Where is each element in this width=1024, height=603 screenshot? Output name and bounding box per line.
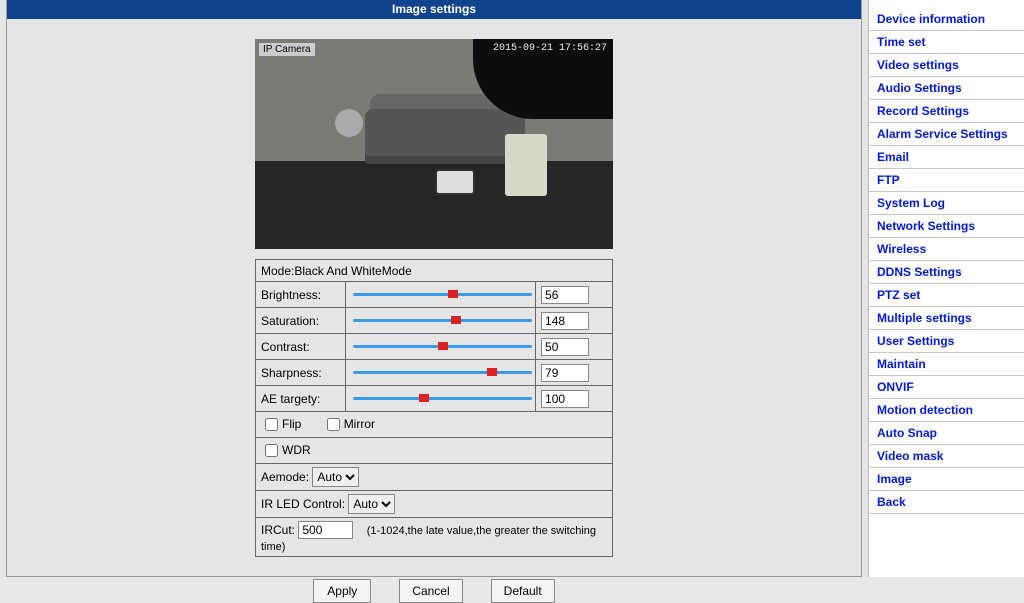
nav-email[interactable]: Email xyxy=(869,146,1024,169)
nav-alarm-service-settings[interactable]: Alarm Service Settings xyxy=(869,123,1024,146)
nav-maintain[interactable]: Maintain xyxy=(869,353,1024,376)
button-row: Apply Cancel Default xyxy=(313,579,554,603)
brightness-input[interactable] xyxy=(541,286,589,304)
wdr-label[interactable]: WDR xyxy=(261,443,311,457)
preview-fan xyxy=(335,109,363,137)
aemode-label: Aemode: xyxy=(261,470,309,484)
content: IP Camera 2015-09-21 17:56:27 Mode:Black… xyxy=(7,19,861,603)
brightness-slider[interactable] xyxy=(353,287,532,301)
nav-ddns-settings[interactable]: DDNS Settings xyxy=(869,261,1024,284)
page-title: Image settings xyxy=(7,0,861,19)
aemode-row: Aemode: Auto xyxy=(256,464,613,491)
preview-label-overlay: IP Camera xyxy=(259,43,315,56)
nav-ftp[interactable]: FTP xyxy=(869,169,1024,192)
preview-toy xyxy=(435,169,475,195)
page: Image settings IP Camera 2015-09-21 17:5… xyxy=(0,0,1024,577)
settings-table: Mode:Black And WhiteMode Brightness: Sat… xyxy=(255,259,613,557)
saturation-slider[interactable] xyxy=(353,313,532,327)
cancel-button[interactable]: Cancel xyxy=(399,579,462,603)
saturation-row: Saturation: xyxy=(256,308,613,334)
nav-auto-snap[interactable]: Auto Snap xyxy=(869,422,1024,445)
sharpness-input[interactable] xyxy=(541,364,589,382)
mirror-text: Mirror xyxy=(344,417,375,431)
sidebar-nav: Device information Time set Video settin… xyxy=(868,0,1024,577)
nav-ptz-set[interactable]: PTZ set xyxy=(869,284,1024,307)
nav-time-set[interactable]: Time set xyxy=(869,31,1024,54)
contrast-input[interactable] xyxy=(541,338,589,356)
nav-wireless[interactable]: Wireless xyxy=(869,238,1024,261)
nav-audio-settings[interactable]: Audio Settings xyxy=(869,77,1024,100)
nav-image[interactable]: Image xyxy=(869,468,1024,491)
video-preview: IP Camera 2015-09-21 17:56:27 xyxy=(255,39,613,249)
ae-targety-row: AE targety: xyxy=(256,386,613,412)
nav-motion-detection[interactable]: Motion detection xyxy=(869,399,1024,422)
main-border: Image settings IP Camera 2015-09-21 17:5… xyxy=(6,0,862,577)
brightness-label: Brightness: xyxy=(256,282,346,308)
flip-text: Flip xyxy=(282,417,301,431)
mirror-checkbox[interactable] xyxy=(327,418,340,431)
nav-video-mask[interactable]: Video mask xyxy=(869,445,1024,468)
ae-targety-input[interactable] xyxy=(541,390,589,408)
mode-label: Mode:Black And WhiteMode xyxy=(256,260,613,282)
ircut-label: IRCut: xyxy=(261,523,295,537)
nav-video-settings[interactable]: Video settings xyxy=(869,54,1024,77)
flip-mirror-row: Flip Mirror xyxy=(256,412,613,438)
irled-label: IR LED Control: xyxy=(261,497,345,511)
main-panel: Image settings IP Camera 2015-09-21 17:5… xyxy=(0,0,868,577)
nav-user-settings[interactable]: User Settings xyxy=(869,330,1024,353)
sharpness-row: Sharpness: xyxy=(256,360,613,386)
wdr-text: WDR xyxy=(282,443,311,457)
irled-select[interactable]: Auto xyxy=(348,494,395,514)
brightness-row: Brightness: xyxy=(256,282,613,308)
preview-timestamp-overlay: 2015-09-21 17:56:27 xyxy=(493,43,607,54)
contrast-label: Contrast: xyxy=(256,334,346,360)
aemode-select[interactable]: Auto xyxy=(312,467,359,487)
nav-record-settings[interactable]: Record Settings xyxy=(869,100,1024,123)
mirror-label[interactable]: Mirror xyxy=(323,417,375,431)
preview-floor xyxy=(255,161,613,249)
ae-targety-label: AE targety: xyxy=(256,386,346,412)
ircut-row: IRCut: (1-1024,the late value,the greate… xyxy=(256,518,613,557)
contrast-slider[interactable] xyxy=(353,339,532,353)
default-button[interactable]: Default xyxy=(491,579,555,603)
ae-targety-slider[interactable] xyxy=(353,391,532,405)
flip-checkbox[interactable] xyxy=(265,418,278,431)
contrast-row: Contrast: xyxy=(256,334,613,360)
nav-multiple-settings[interactable]: Multiple settings xyxy=(869,307,1024,330)
sharpness-slider[interactable] xyxy=(353,365,532,379)
ircut-input[interactable] xyxy=(298,521,353,539)
nav-device-information[interactable]: Device information xyxy=(869,8,1024,31)
sharpness-label: Sharpness: xyxy=(256,360,346,386)
nav-network-settings[interactable]: Network Settings xyxy=(869,215,1024,238)
saturation-input[interactable] xyxy=(541,312,589,330)
nav-back[interactable]: Back xyxy=(869,491,1024,514)
wdr-checkbox[interactable] xyxy=(265,444,278,457)
saturation-label: Saturation: xyxy=(256,308,346,334)
preview-sofa xyxy=(365,109,525,164)
nav-onvif[interactable]: ONVIF xyxy=(869,376,1024,399)
wdr-row: WDR xyxy=(256,438,613,464)
preview-stool xyxy=(505,134,547,196)
mode-row: Mode:Black And WhiteMode xyxy=(256,260,613,282)
nav-system-log[interactable]: System Log xyxy=(869,192,1024,215)
apply-button[interactable]: Apply xyxy=(313,579,371,603)
irled-row: IR LED Control: Auto xyxy=(256,491,613,518)
flip-label[interactable]: Flip xyxy=(261,417,301,431)
